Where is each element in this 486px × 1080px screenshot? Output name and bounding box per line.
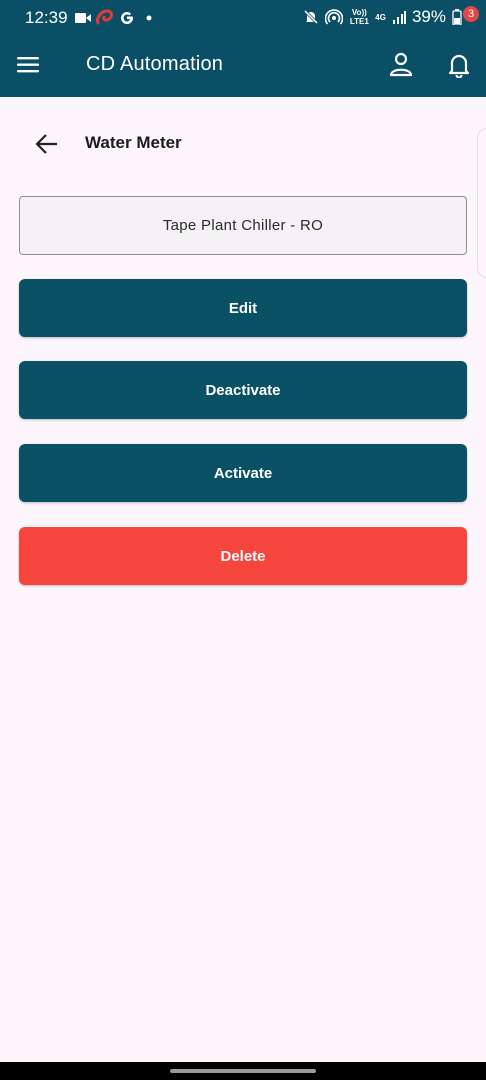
notification-dot-icon: [146, 15, 152, 21]
video-icon: [75, 13, 91, 23]
activate-button-label: Activate: [213, 464, 273, 482]
user-icon[interactable]: [388, 51, 414, 77]
google-icon: [121, 12, 134, 25]
network-type: 4G: [375, 12, 386, 22]
app-bar: CD Automation: [0, 36, 486, 97]
bell-icon[interactable]: [445, 50, 473, 78]
home-gesture-pill[interactable]: [170, 1069, 316, 1073]
edit-button[interactable]: Edit: [19, 279, 467, 337]
status-left-icons: [75, 8, 155, 28]
delete-button-label: Delete: [220, 547, 266, 565]
signal-icon: [392, 11, 406, 24]
back-arrow-icon[interactable]: [35, 133, 59, 155]
status-time: 12:39: [25, 8, 68, 27]
edge-panel-handle[interactable]: [477, 128, 486, 278]
status-right-icons: Vo)) LTE1 4G 39%: [303, 7, 462, 27]
status-bar: 12:39 Vo)) LTE1 4G 39%: [0, 0, 486, 36]
item-name-text: Tape Plant Chiller - RO: [162, 217, 324, 234]
notification-badge: 3: [463, 6, 479, 22]
battery-percent: 39%: [411, 7, 446, 26]
battery-icon: [452, 9, 462, 25]
hotspot-icon: [325, 9, 344, 25]
app-title: CD Automation: [86, 53, 224, 75]
page-title: Water Meter: [85, 133, 182, 152]
network-label: Vo)) LTE1: [349, 8, 369, 26]
deactivate-button[interactable]: Deactivate: [19, 361, 467, 419]
menu-icon[interactable]: [17, 55, 41, 75]
deactivate-button-label: Deactivate: [205, 381, 281, 399]
delete-button[interactable]: Delete: [19, 527, 467, 585]
edit-button-label: Edit: [228, 299, 258, 317]
item-name-field: Tape Plant Chiller - RO: [19, 196, 467, 255]
activate-button[interactable]: Activate: [19, 444, 467, 502]
mute-icon: [304, 9, 319, 25]
airtel-icon: [96, 9, 113, 25]
